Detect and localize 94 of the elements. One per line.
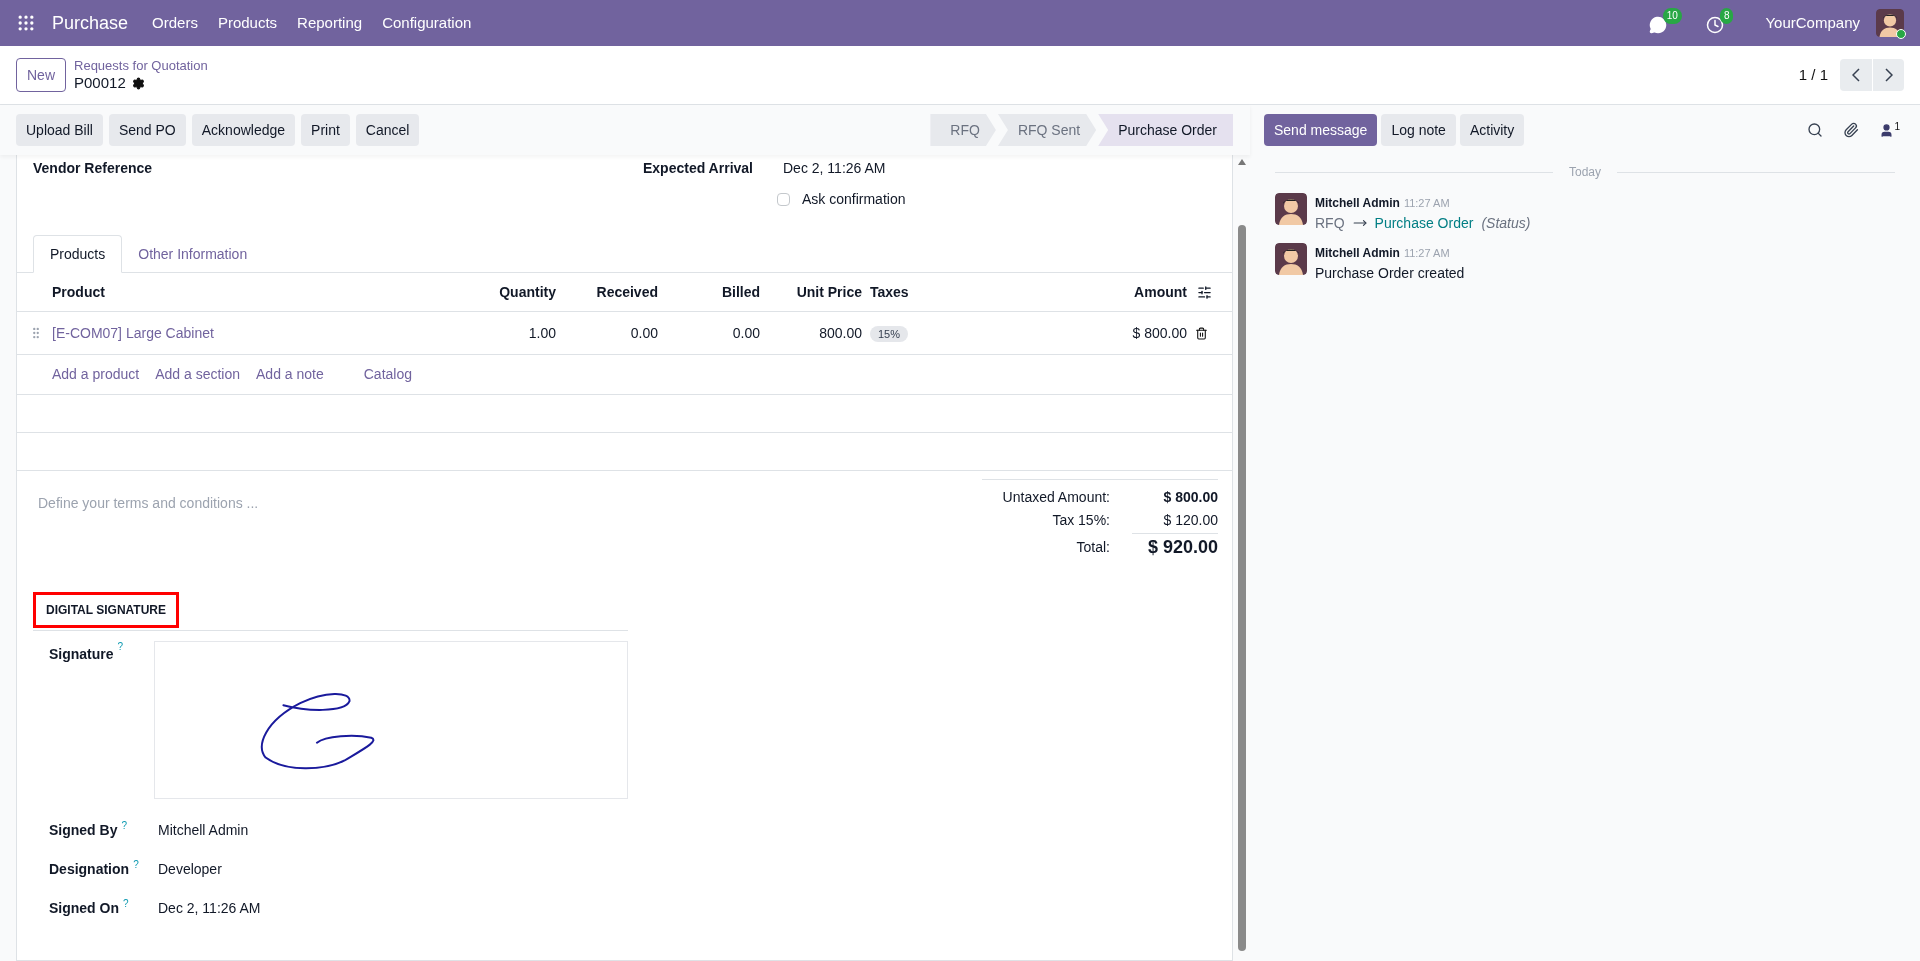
total-value: $ 120.00 [1162,511,1218,530]
field-label: Signed By [49,821,118,840]
column-header[interactable]: Product [52,281,456,303]
column-header[interactable]: Taxes [862,281,991,303]
help-tooltip[interactable]: ? [123,898,129,910]
old-value: RFQ [1315,214,1345,233]
message-author[interactable]: Mitchell Admin [1315,243,1400,263]
product-link[interactable]: [E-COM07] Large Cabinet [52,322,456,344]
help-tooltip[interactable]: ? [117,641,124,653]
date-separator: Today [1569,164,1601,181]
field-value: Developer [157,860,222,879]
tax-tag: 15% [870,325,909,342]
add-line-link[interactable]: Add a section [155,364,240,385]
pager-value[interactable]: 1 / 1 [1798,63,1828,87]
online-status-icon [1896,29,1906,39]
new-button[interactable]: New [16,58,66,92]
field-value: Dec 2, 11:26 AM [783,158,886,178]
column-header[interactable]: Received [556,281,658,303]
company-name[interactable]: YourCompany [1765,11,1860,35]
scroll-up-icon[interactable] [1237,159,1246,165]
help-tooltip[interactable]: ? [121,820,128,832]
author-avatar [1275,243,1307,275]
count-badge: 8 [1719,8,1734,24]
followers-icon[interactable] [1879,122,1895,138]
action-button[interactable]: Upload Bill [16,114,103,146]
column-header[interactable]: Amount [991,281,1187,303]
tab[interactable]: Products [33,235,123,273]
previous-button[interactable] [1840,59,1872,91]
field-label: Vendor Reference [33,158,154,178]
apps-menu-icon[interactable] [16,13,36,33]
menu-item[interactable]: Orders [152,11,198,35]
followers-count: 1 [1894,119,1900,134]
chevron-right-icon [1884,68,1893,82]
app-name[interactable]: Purchase [52,9,129,37]
field-label: Expected Arrival [643,158,754,178]
activities-icon[interactable] [1705,16,1724,34]
table-cell-text: 0.00 [731,323,760,343]
chatter-button[interactable]: Activity [1459,114,1525,146]
total-label: Total: [1075,537,1110,557]
settings-icon[interactable] [131,76,145,90]
new-value: Purchase Order [1374,214,1474,233]
table-cell-text: 800.00 [818,323,862,343]
status-step[interactable]: Purchase Order [1098,114,1233,146]
checkbox-label[interactable]: Ask confirmation [802,188,906,210]
total-value: $ 800.00 [1162,488,1218,507]
message-body: Purchase Order created [1315,264,1465,283]
search-icon[interactable] [1807,122,1824,138]
column-header[interactable]: Quantity [456,281,556,303]
field-value: Dec 2, 11:26 AM [157,899,261,918]
message-time: 11:27 AM [1403,246,1450,261]
add-line-link[interactable]: Catalog [363,364,412,385]
add-line-link[interactable]: Add a product [52,364,140,385]
field-value: Mitchell Admin [157,821,249,840]
action-button[interactable]: Cancel [355,114,420,146]
table-cell-text: 0.00 [629,323,658,343]
total-label: Tax 15%: [1051,511,1110,530]
field-label: Signature [49,645,114,664]
tracked-field: (Status) [1481,213,1531,233]
total-label: Untaxed Amount: [1001,488,1110,507]
column-settings-icon[interactable] [1197,284,1212,300]
chatter-button[interactable]: Log note [1381,114,1456,146]
breadcrumb-link[interactable]: Requests for Quotation [74,57,208,74]
delete-icon[interactable] [1195,326,1208,340]
action-button[interactable]: Acknowledge [191,114,296,146]
menu-item[interactable]: Configuration [382,11,472,35]
action-button[interactable]: Send PO [108,114,186,146]
help-tooltip[interactable]: ? [133,859,139,871]
total-value: $ 920.00 [1132,533,1218,561]
message-time: 11:27 AM [1403,196,1450,211]
column-header[interactable]: Unit Price [760,281,862,303]
field-label: Designation [49,860,130,879]
menu-item[interactable]: Reporting [297,11,363,35]
action-button[interactable]: Print [301,114,350,146]
menu-item[interactable]: Products [217,11,278,35]
author-avatar [1275,193,1307,225]
paperclip-icon[interactable] [1843,122,1860,138]
checkbox[interactable] [777,192,790,206]
count-badge: 10 [1662,8,1682,24]
chatter-button[interactable]: Send message [1264,114,1378,146]
user-avatar [1876,9,1904,37]
tab[interactable]: Other Information [122,235,264,273]
table-cell-text: $ 800.00 [1131,323,1187,343]
table-cell-text: 1.00 [527,323,556,343]
add-line-link[interactable]: Add a note [256,364,324,385]
column-header[interactable]: Billed [658,281,760,303]
next-button[interactable] [1872,59,1904,91]
chevron-left-icon [1852,68,1860,82]
status-step[interactable]: RFQ Sent [997,114,1097,146]
message-author[interactable]: Mitchell Admin [1315,193,1400,213]
field-label: Signed On [49,899,119,918]
messages-icon[interactable] [1648,16,1667,34]
record-name: P00012 [74,73,126,93]
status-step[interactable]: RFQ [930,114,996,146]
section-heading: DIGITAL SIGNATURE [33,592,179,628]
